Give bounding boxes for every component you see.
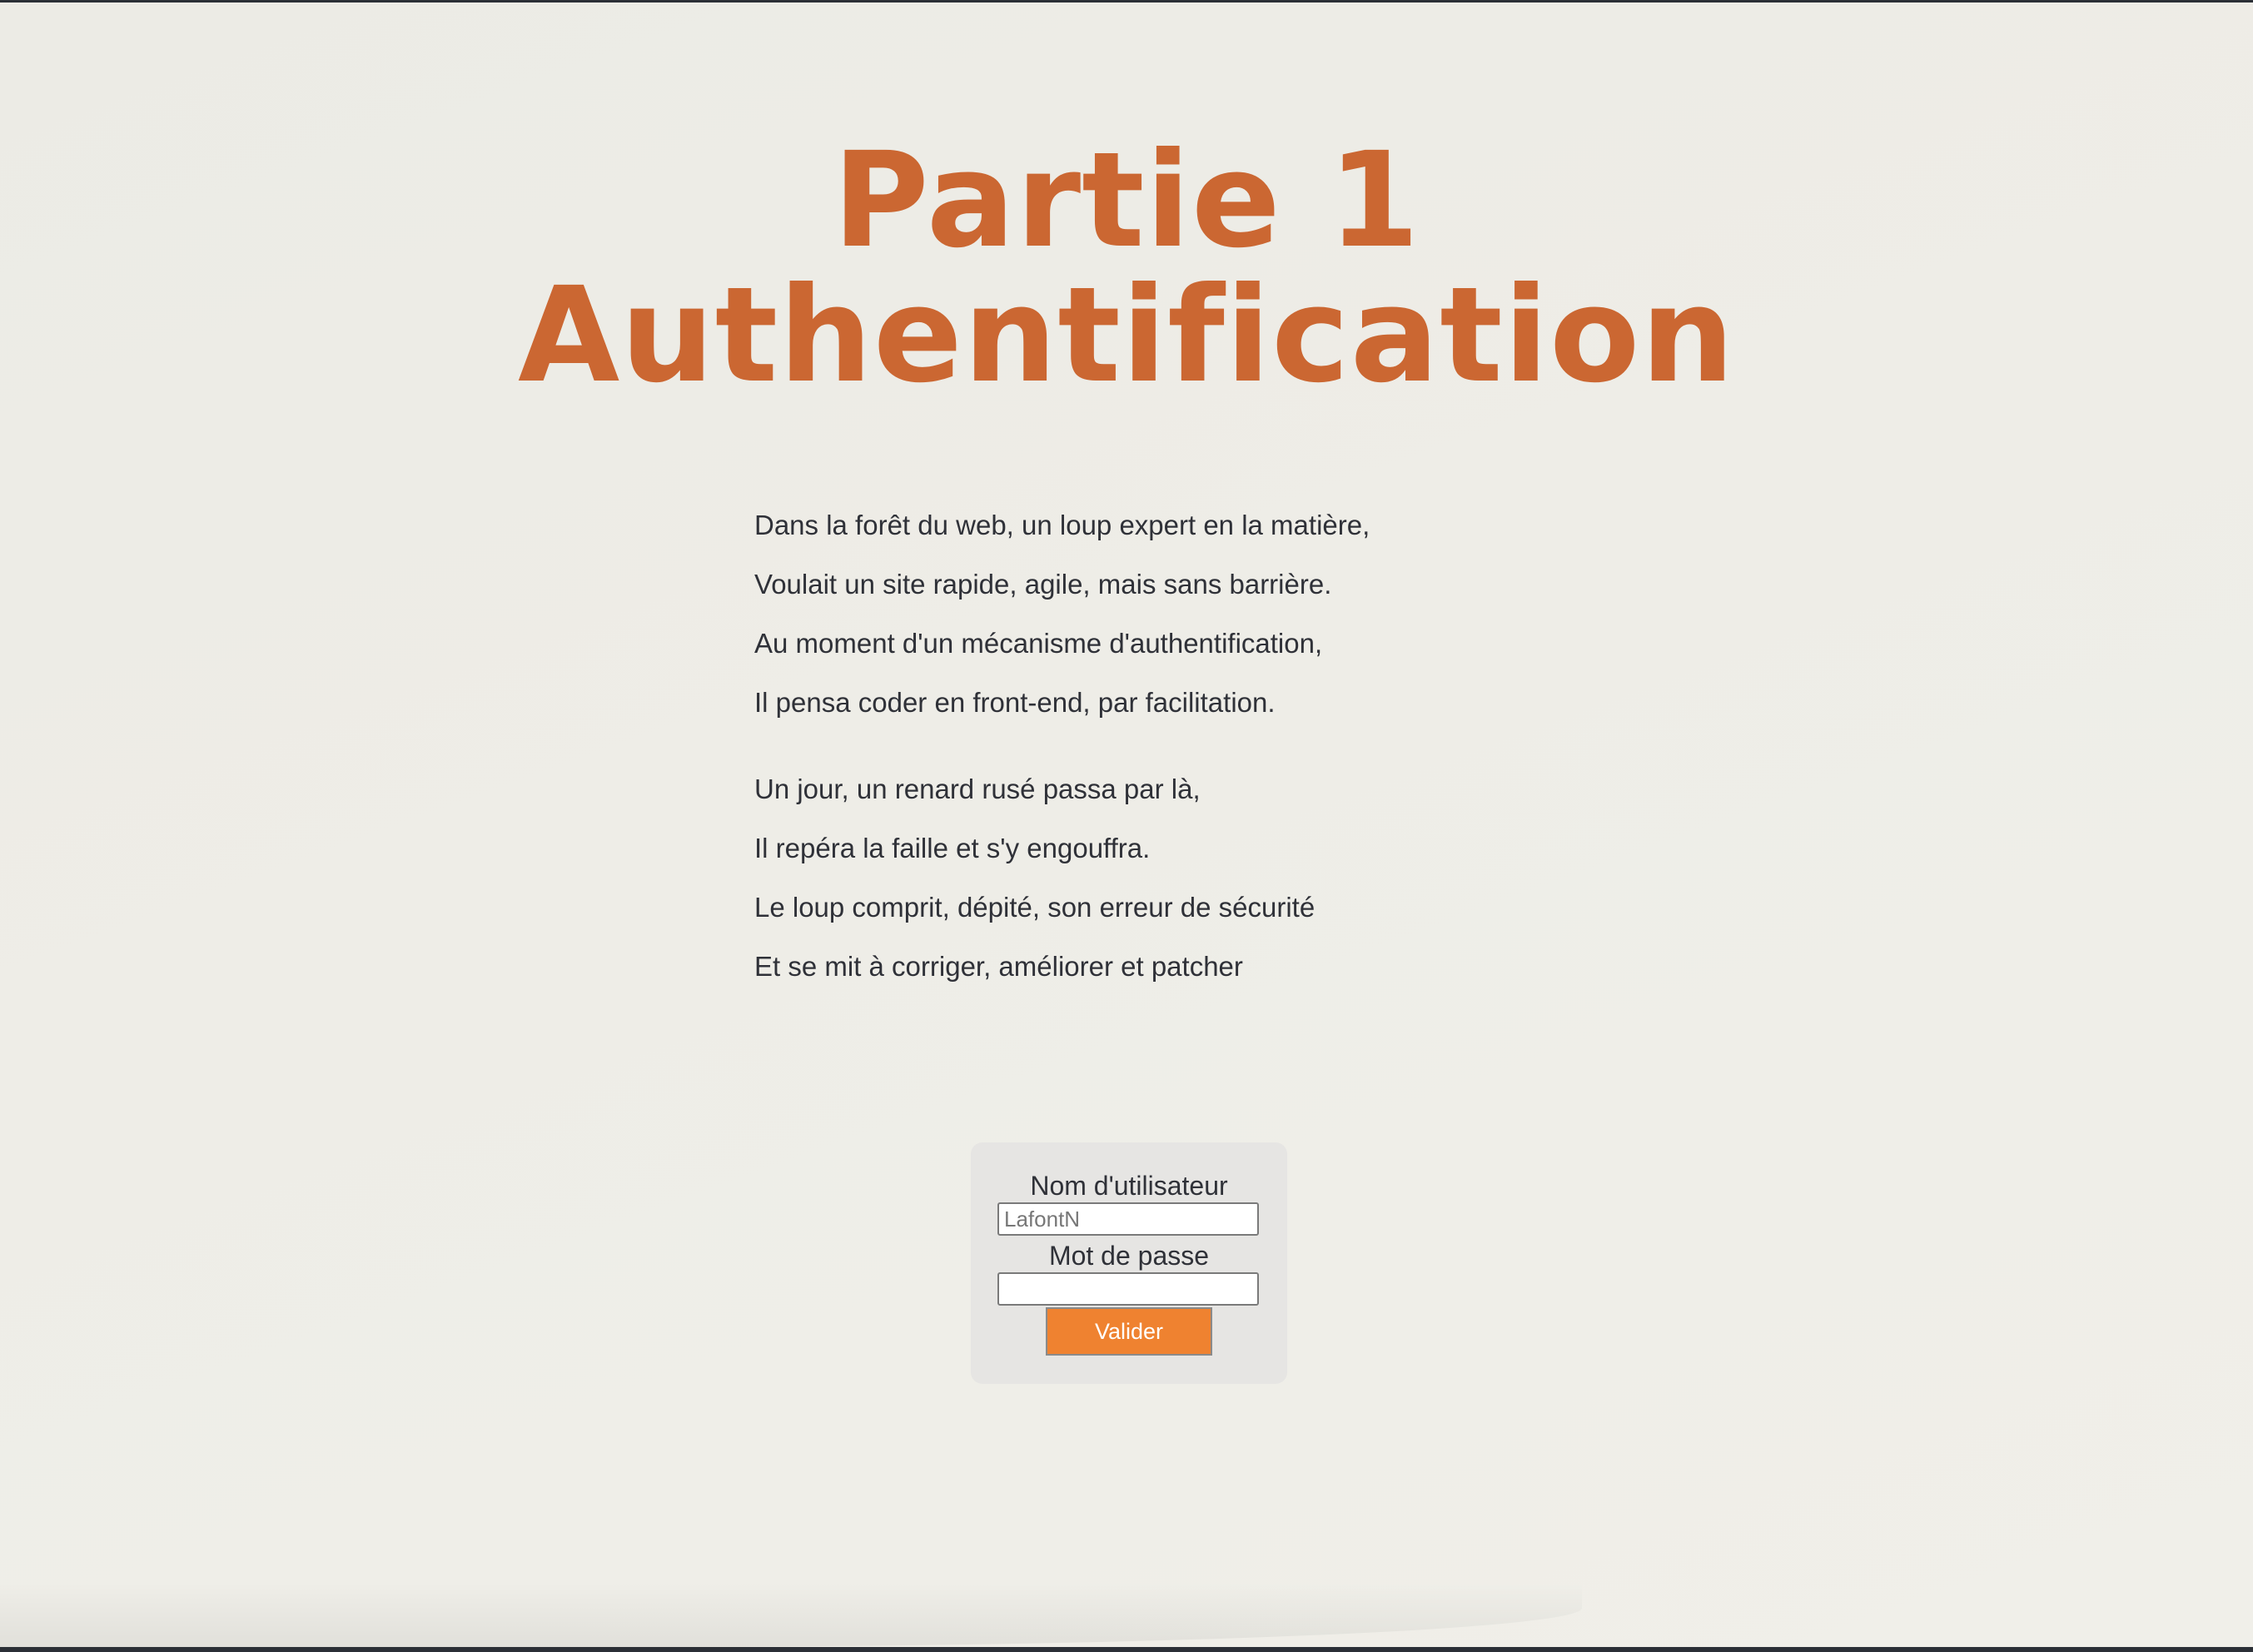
poem-line: Dans la forêt du web, un loup expert en … (754, 510, 1370, 540)
poem-stanza-2: Un jour, un renard rusé passa par là, Il… (754, 770, 1670, 1007)
submit-button[interactable]: Valider (1046, 1307, 1212, 1356)
username-label: Nom d'utilisateur (1030, 1171, 1228, 1201)
username-input[interactable] (997, 1202, 1259, 1236)
bottom-border (0, 1647, 2253, 1652)
poem-line: Voulait un site rapide, agile, mais sans… (754, 569, 1332, 600)
page-title: Partie 1 Authentification (0, 133, 2253, 403)
poem-line: Un jour, un renard rusé passa par là, (754, 774, 1201, 804)
password-label: Mot de passe (1048, 1241, 1210, 1271)
poem-stanza-1: Dans la forêt du web, un loup expert en … (754, 506, 1670, 743)
poem-line: Il repéra la faille et s'y engouffra. (754, 833, 1151, 863)
poem-line: Le loup comprit, dépité, son erreur de s… (754, 892, 1315, 923)
poem-line: Et se mit à corriger, améliorer et patch… (754, 951, 1243, 982)
poem: Dans la forêt du web, un loup expert en … (754, 506, 1670, 1007)
poem-line: Au moment d'un mécanisme d'authentificat… (754, 628, 1323, 659)
login-form: Nom d'utilisateur Mot de passe Valider (971, 1142, 1287, 1384)
title-line-2: Authentification (518, 259, 1735, 412)
title-line-1: Partie 1 (833, 124, 1420, 277)
bottom-shadow (0, 1582, 1582, 1647)
top-border (0, 0, 2253, 2)
password-input[interactable] (997, 1272, 1259, 1306)
poem-line: Il pensa coder en front-end, par facilit… (754, 687, 1276, 718)
